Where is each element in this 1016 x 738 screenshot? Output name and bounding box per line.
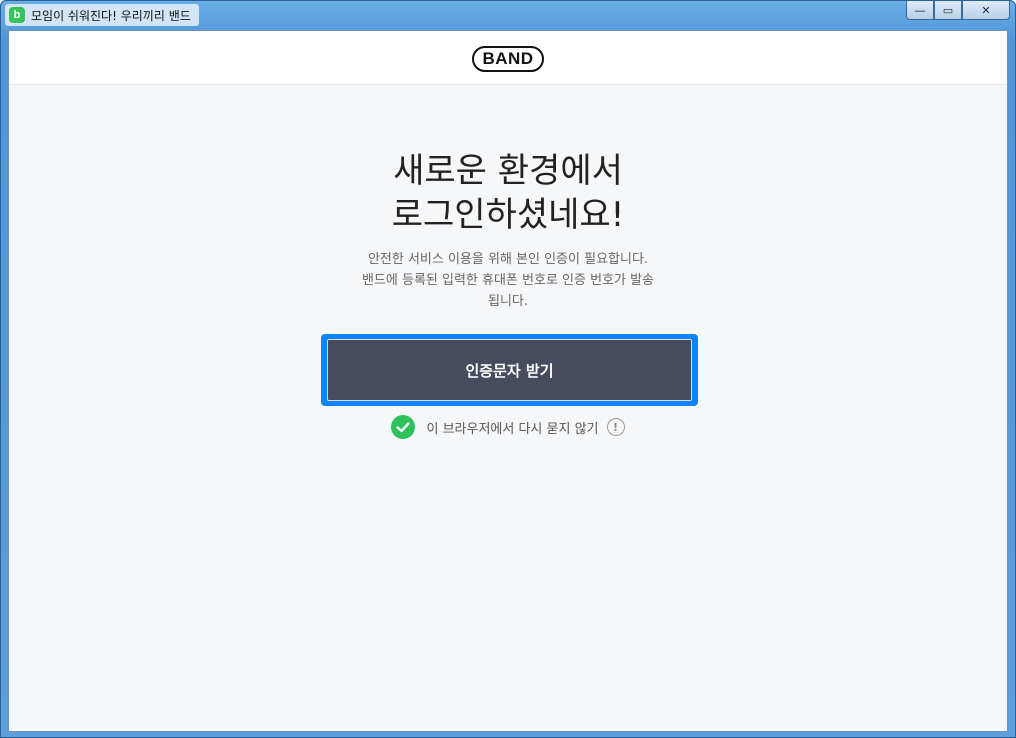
check-circle-icon[interactable] [391, 415, 416, 439]
remember-browser-label: 이 브라우저에서 다시 묻지 않기 [426, 421, 599, 437]
send-verification-sms-button[interactable]: 인증문자 받기 [327, 339, 692, 401]
maximize-button[interactable]: ▭ [934, 1, 962, 20]
cta-focus-ring: 인증문자 받기 [321, 334, 698, 406]
checkmark-glyph [396, 421, 411, 432]
close-button[interactable]: ✕ [962, 1, 1010, 20]
close-icon: ✕ [981, 3, 991, 17]
description-line-2: 밴드에 등록된 입력한 휴대폰 번호로 인증 번호가 발송 [361, 273, 655, 288]
title-bar[interactable]: b 모임이 쉬워진다! 우리끼리 밴드 — ▭ ✕ [1, 1, 1015, 30]
description: 안전한 서비스 이용을 위해 본인 인증이 필요합니다. 밴드에 등록된 입력한… [9, 249, 1007, 312]
minimize-icon: — [914, 3, 926, 17]
title-pill: b 모임이 쉬워진다! 우리끼리 밴드 [5, 4, 199, 26]
info-circle-icon[interactable]: ! [606, 418, 625, 436]
remember-browser-option[interactable]: 이 브라우저에서 다시 묻지 않기 ! [9, 415, 1007, 439]
headline-line-2: 로그인하셨네요! [391, 195, 625, 235]
description-line-1: 안전한 서비스 이용을 위해 본인 인증이 필요합니다. [367, 252, 649, 267]
maximize-icon: ▭ [942, 3, 954, 17]
app-window: b 모임이 쉬워진다! 우리끼리 밴드 — ▭ ✕ BAND 새로운 환경에서 … [0, 0, 1016, 738]
window-controls: — ▭ ✕ [906, 1, 1010, 21]
headline-line-1: 새로운 환경에서 [393, 151, 623, 191]
content-area: BAND 새로운 환경에서 로그인하셨네요! 안전한 서비스 이용을 위해 본인… [8, 30, 1008, 732]
band-logo[interactable]: BAND [472, 45, 544, 72]
page-title: 새로운 환경에서 로그인하셨네요! [9, 149, 1007, 237]
band-app-icon: b [9, 7, 25, 23]
description-line-3: 됩니다. [487, 294, 528, 309]
minimize-button[interactable]: — [906, 1, 934, 20]
window-title: 모임이 쉬워진다! 우리끼리 밴드 [31, 8, 191, 23]
page-header: BAND [9, 31, 1007, 85]
